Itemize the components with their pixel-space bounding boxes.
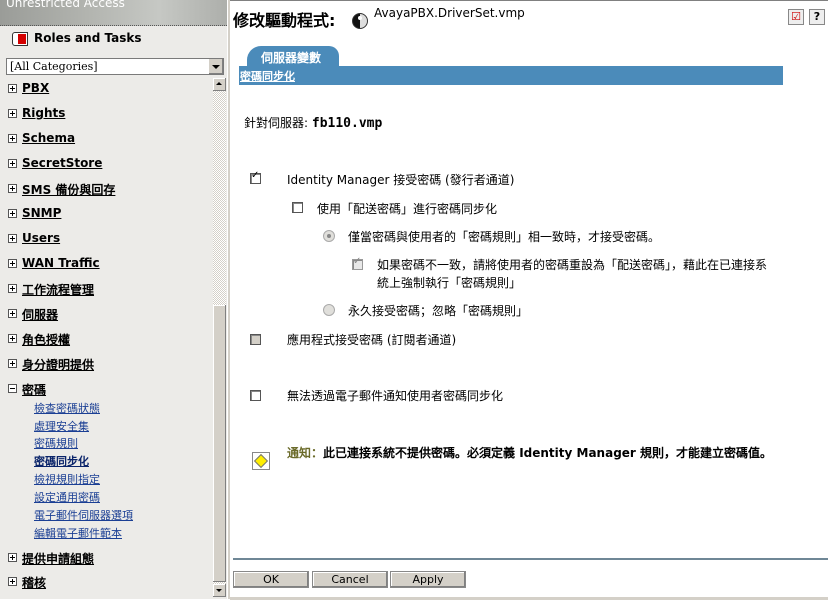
tab-server-variables[interactable]: 伺服器變數 <box>247 46 339 68</box>
category-label[interactable]: WAN Traffic <box>22 256 100 270</box>
collapse-icon[interactable] <box>8 384 17 393</box>
task-password-policies[interactable]: 密碼規則 <box>34 435 78 451</box>
roles-and-tasks-header: Roles and Tasks <box>2 27 222 51</box>
expand-icon[interactable] <box>8 134 17 143</box>
modify-driver-panel: 修改驅動程式: AvayaPBX.DriverSet.vmp ☑ ? 伺服器變數… <box>230 0 828 600</box>
page-title: 修改驅動程式: <box>233 11 336 30</box>
subtab-bar: 密碼同步化 <box>239 66 783 85</box>
roles-and-tasks-panel: Unrestricted Access Roles and Tasks [All… <box>0 0 227 599</box>
category-label[interactable]: PBX <box>22 81 49 95</box>
category-label[interactable]: SMS 備份與回存 <box>22 181 115 198</box>
ok-button[interactable]: OK <box>233 571 309 588</box>
category-label[interactable]: Rights <box>22 106 65 120</box>
notify-email-label: 無法透過電子郵件通知使用者密碼同步化 <box>287 389 504 403</box>
expand-icon[interactable] <box>8 259 17 268</box>
task-email-server-options[interactable]: 電子郵件伺服器選項 <box>34 507 133 523</box>
roles-tasks-icon <box>12 32 28 46</box>
task-view-policy-assignments[interactable]: 檢視規則指定 <box>34 471 100 487</box>
server-label: 針對伺服器: <box>244 116 309 130</box>
footer-divider <box>233 558 828 560</box>
use-distribution-checkbox[interactable] <box>292 202 303 213</box>
driver-name: AvayaPBX.DriverSet.vmp <box>374 6 525 20</box>
category-label[interactable]: 密碼 <box>22 381 46 398</box>
expand-icon[interactable] <box>8 284 17 293</box>
task-list-icon[interactable]: ☑ <box>788 9 804 25</box>
radio-only-conform[interactable] <box>323 230 335 242</box>
subtab-password-sync[interactable]: 密碼同步化 <box>240 68 295 84</box>
radio-only-conform-label: 僅當密碼與使用者的「密碼規則」相一致時，才接受密碼。 <box>348 230 661 244</box>
radio-always-accept[interactable] <box>323 304 335 316</box>
apply-button[interactable]: Apply <box>390 571 466 588</box>
category-label[interactable]: Schema <box>22 131 75 145</box>
app-accepts-checkbox[interactable] <box>250 334 261 345</box>
notify-email-checkbox[interactable] <box>250 390 261 401</box>
expand-icon[interactable] <box>8 209 17 218</box>
category-label[interactable]: 身分證明提供 <box>22 356 94 373</box>
expand-icon[interactable] <box>8 334 17 343</box>
reset-password-checkbox[interactable] <box>352 256 363 270</box>
tree-scrollbar[interactable] <box>213 78 226 597</box>
use-distribution-label: 使用「配送密碼」進行密碼同步化 <box>317 202 498 216</box>
task-password-sync[interactable]: 密碼同步化 <box>34 453 89 469</box>
server-row: 針對伺服器: fb110.vmp <box>244 114 382 131</box>
radio-always-accept-label: 永久接受密碼；忽略「密碼規則」 <box>348 304 529 318</box>
expand-icon[interactable] <box>8 359 17 368</box>
app-accepts-label: 應用程式接受密碼 (訂閱者通道) <box>287 333 457 347</box>
notice-message: 通知：此已連接系統不提供密碼。必須定義 Identity Manager 規則，… <box>287 445 807 461</box>
expand-icon[interactable] <box>8 309 17 318</box>
idm-accepts-label: Identity Manager 接受密碼 (發行者通道) <box>287 173 515 187</box>
category-label[interactable]: SNMP <box>22 206 61 220</box>
reset-password-label-line1: 如果密碼不一致，請將使用者的密碼重設為「配送密碼」，藉此在已連接系 <box>377 258 768 272</box>
category-label[interactable]: Users <box>22 231 60 245</box>
category-label[interactable]: 伺服器 <box>22 306 58 323</box>
notice-diamond-icon <box>252 452 270 470</box>
category-select[interactable]: [All Categories] <box>6 58 224 75</box>
task-set-universal-password[interactable]: 設定通用密碼 <box>34 489 100 505</box>
category-select-value: [All Categories] <box>10 60 98 73</box>
reset-password-label-line2: 統上強制執行「密碼規則」 <box>377 276 522 290</box>
category-label[interactable]: SecretStore <box>22 156 102 170</box>
expand-icon[interactable] <box>8 184 17 193</box>
expand-icon[interactable] <box>8 234 17 243</box>
help-icon[interactable]: ? <box>809 9 825 25</box>
category-label[interactable]: 工作流程管理 <box>22 281 94 298</box>
panel-header: Unrestricted Access <box>0 0 227 26</box>
category-label[interactable]: 稽核 <box>22 574 46 591</box>
cancel-button[interactable]: Cancel <box>312 571 388 588</box>
driver-yin-yang-icon <box>352 13 368 29</box>
task-check-password-status[interactable]: 檢查密碼狀態 <box>34 400 100 416</box>
scroll-up-icon[interactable] <box>213 78 226 91</box>
expand-icon[interactable] <box>8 109 17 118</box>
expand-icon[interactable] <box>8 553 17 562</box>
expand-icon[interactable] <box>8 84 17 93</box>
category-label[interactable]: 角色授權 <box>22 331 70 348</box>
notice-text: 此已連接系統不提供密碼。必須定義 Identity Manager 規則，才能建… <box>323 446 773 460</box>
roles-and-tasks-label: Roles and Tasks <box>34 31 142 45</box>
server-name: fb110.vmp <box>311 116 383 131</box>
expand-icon[interactable] <box>8 577 17 586</box>
scroll-down-icon[interactable] <box>213 584 226 597</box>
idm-accepts-checkbox[interactable] <box>250 170 261 184</box>
expand-icon[interactable] <box>8 159 17 168</box>
tab-label: 伺服器變數 <box>261 51 322 65</box>
task-edit-email-templates[interactable]: 編輯電子郵件範本 <box>34 525 122 541</box>
scrollbar-thumb[interactable] <box>213 305 226 582</box>
chevron-down-icon[interactable] <box>208 59 223 74</box>
task-manage-security-sets[interactable]: 處理安全集 <box>34 418 89 434</box>
access-level-text: Unrestricted Access <box>6 0 125 10</box>
notice-label: 通知： <box>287 446 324 460</box>
category-label[interactable]: 提供申請組態 <box>22 550 94 567</box>
